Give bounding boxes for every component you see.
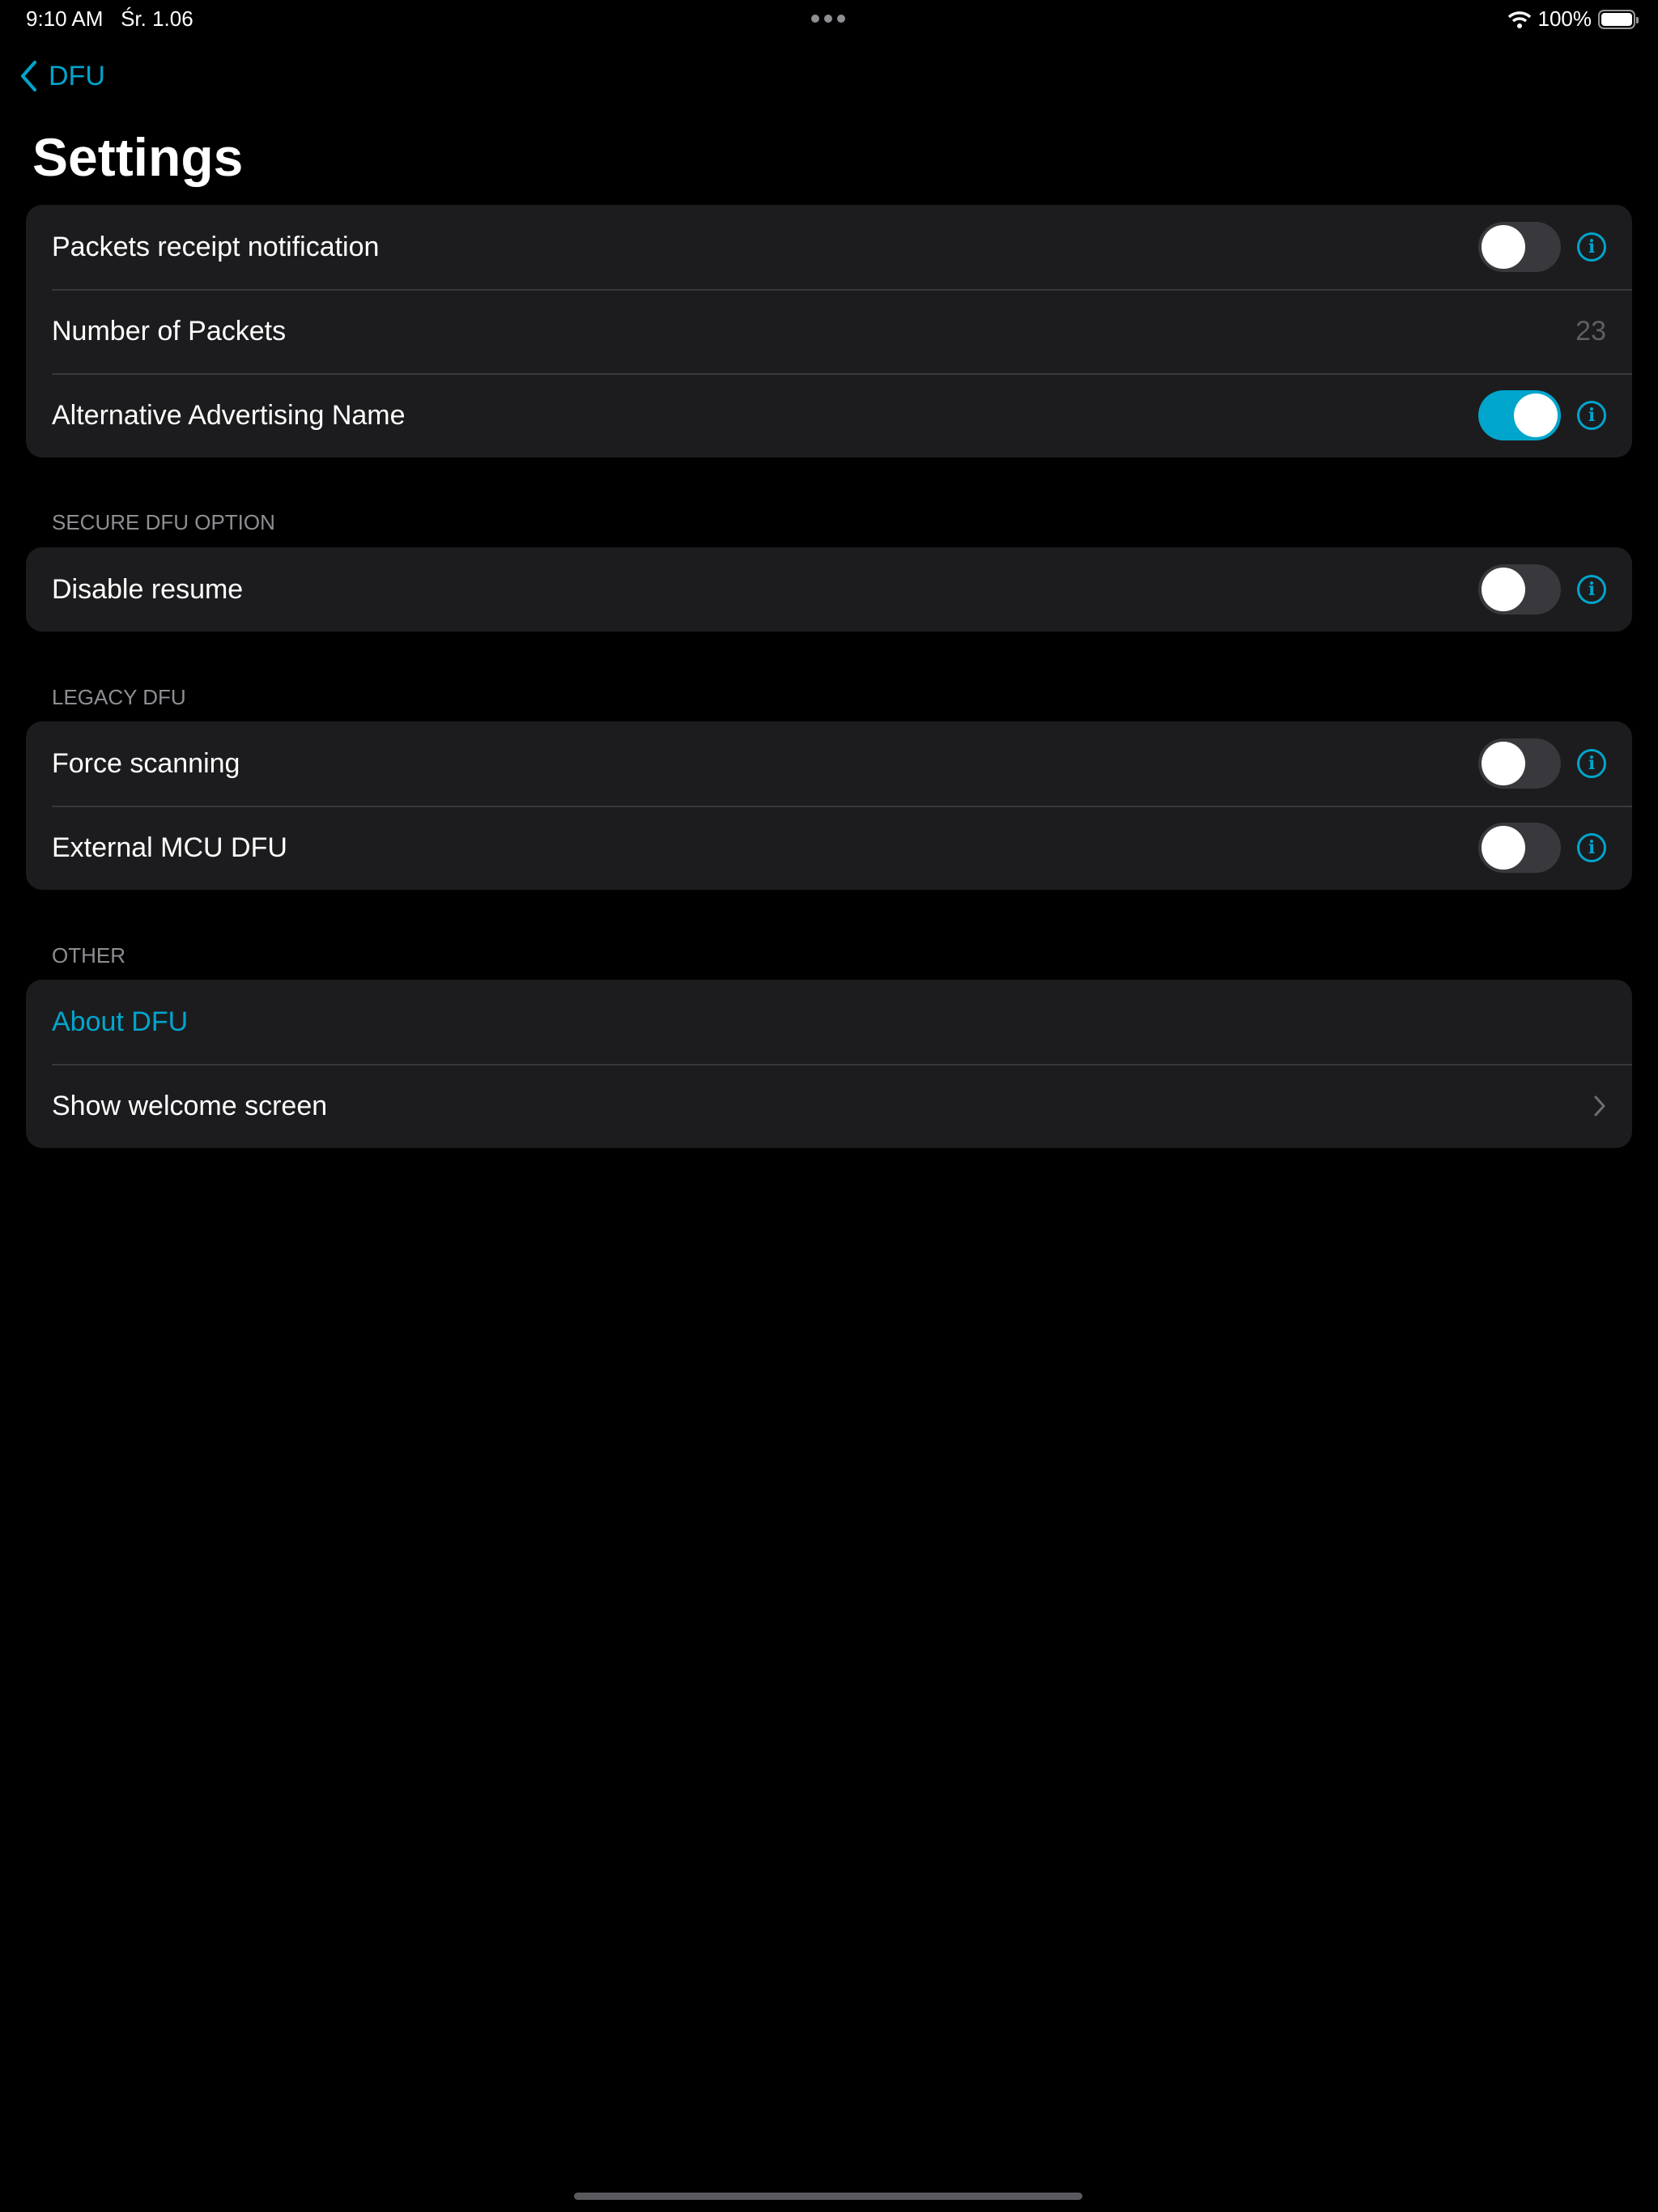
home-indicator[interactable]	[574, 2193, 1082, 2200]
row-label: Packets receipt notification	[52, 231, 380, 262]
back-button[interactable]: DFU	[19, 60, 105, 92]
row-force-scanning: Force scanning i	[26, 721, 1632, 806]
row-label: External MCU DFU	[52, 832, 287, 863]
row-label: Number of Packets	[52, 315, 287, 347]
row-packets-receipt-notification: Packets receipt notification i	[26, 205, 1632, 289]
row-label: Show welcome screen	[52, 1090, 328, 1121]
row-label: Alternative Advertising Name	[52, 399, 406, 431]
row-number-of-packets[interactable]: Number of Packets 23	[26, 289, 1632, 373]
chevron-left-icon	[21, 61, 36, 91]
info-icon[interactable]: i	[1577, 401, 1606, 430]
battery-percent: 100%	[1537, 6, 1592, 31]
battery-icon	[1598, 9, 1639, 29]
status-bar: 9:10 AM Śr. 1.06 100%	[0, 0, 1658, 39]
chevron-right-icon	[1594, 1095, 1605, 1117]
status-time: 9:10 AM	[26, 6, 104, 31]
info-icon[interactable]: i	[1577, 232, 1606, 262]
row-label: Disable resume	[52, 573, 244, 605]
row-alternative-advertising-name: Alternative Advertising Name i	[26, 373, 1632, 457]
number-of-packets-value[interactable]: 23	[1575, 316, 1606, 347]
info-icon[interactable]: i	[1577, 833, 1606, 862]
legacy-dfu-group: Force scanning i External MCU DFU i	[26, 721, 1632, 890]
row-disable-resume: Disable resume i	[26, 547, 1632, 632]
info-icon[interactable]: i	[1577, 575, 1606, 604]
packets-receipt-toggle[interactable]	[1478, 222, 1561, 272]
disable-resume-toggle[interactable]	[1478, 564, 1561, 615]
alternative-advertising-toggle[interactable]	[1478, 390, 1561, 440]
page-title: Settings	[32, 127, 244, 187]
other-group: About DFU Show welcome screen	[26, 980, 1632, 1148]
row-show-welcome-screen[interactable]: Show welcome screen	[26, 1064, 1632, 1148]
row-about-dfu[interactable]: About DFU	[26, 980, 1632, 1064]
row-label: Force scanning	[52, 747, 240, 779]
status-right: 100%	[1507, 6, 1639, 32]
force-scanning-toggle[interactable]	[1478, 738, 1561, 789]
section-header-other: OTHER	[52, 943, 125, 968]
external-mcu-toggle[interactable]	[1478, 823, 1561, 873]
wifi-icon	[1507, 11, 1531, 28]
general-group: Packets receipt notification i Number of…	[26, 205, 1632, 457]
multitasking-dots-icon[interactable]	[811, 15, 845, 23]
status-date: Śr. 1.06	[121, 6, 193, 31]
secure-dfu-group: Disable resume i	[26, 547, 1632, 632]
status-time-date: 9:10 AM Śr. 1.06	[26, 6, 193, 32]
section-header-legacy-dfu: LEGACY DFU	[52, 685, 186, 709]
about-dfu-link[interactable]: About DFU	[52, 1006, 1606, 1038]
row-external-mcu-dfu: External MCU DFU i	[26, 806, 1632, 890]
section-header-secure-dfu: SECURE DFU OPTION	[52, 510, 275, 534]
back-label: DFU	[49, 60, 105, 91]
info-icon[interactable]: i	[1577, 749, 1606, 778]
